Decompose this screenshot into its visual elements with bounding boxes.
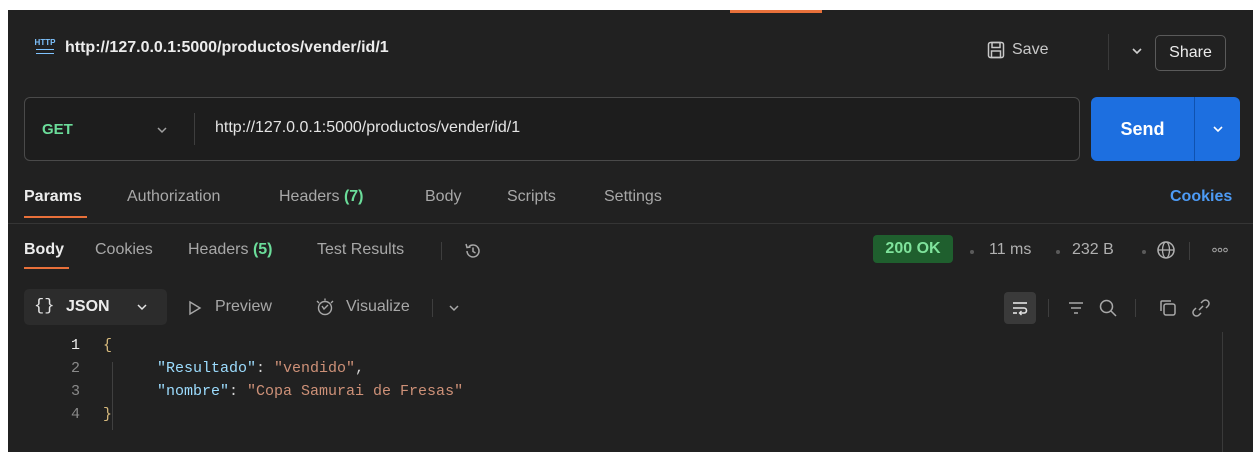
link-icon[interactable] bbox=[1191, 298, 1211, 318]
meta-divider bbox=[1189, 242, 1190, 260]
method-divider bbox=[194, 113, 195, 145]
code-text: } bbox=[103, 406, 113, 423]
tab-scripts[interactable]: Scripts bbox=[507, 188, 556, 206]
response-size[interactable]: 232 B bbox=[1072, 241, 1114, 259]
status-badge[interactable]: 200 OK bbox=[873, 235, 953, 263]
visualize-icon bbox=[316, 298, 334, 316]
toolbar-divider bbox=[432, 299, 433, 317]
active-tab-underline bbox=[24, 267, 69, 269]
code-line: 3 "nombre": "Copa Samurai de Fresas" bbox=[8, 383, 1208, 405]
line-number: 2 bbox=[70, 360, 80, 377]
line-number: 4 bbox=[70, 406, 80, 423]
section-divider bbox=[8, 223, 1253, 224]
active-tab-indicator bbox=[730, 10, 822, 13]
tab-authorization[interactable]: Authorization bbox=[127, 188, 220, 206]
tab-headers[interactable]: Headers (7) bbox=[279, 188, 364, 206]
response-headers-count: (5) bbox=[252, 241, 273, 258]
chevron-down-icon[interactable] bbox=[448, 302, 460, 314]
save-button[interactable]: Save bbox=[983, 34, 1109, 70]
send-button[interactable]: Send bbox=[1091, 97, 1194, 161]
cookies-link[interactable]: Cookies bbox=[1170, 188, 1232, 206]
code-text: { bbox=[103, 337, 113, 354]
save-divider bbox=[1108, 34, 1109, 70]
response-tab-headers[interactable]: Headers (5) bbox=[188, 241, 273, 259]
chevron-down-icon bbox=[1213, 126, 1223, 133]
save-label: Save bbox=[1012, 41, 1049, 58]
json-braces-icon: {} bbox=[34, 297, 55, 316]
code-line: 2 "Resultado": "vendido", bbox=[8, 360, 1208, 382]
response-tab-test-results[interactable]: Test Results bbox=[317, 241, 404, 259]
request-title[interactable]: http://127.0.0.1:5000/productos/vender/i… bbox=[65, 39, 389, 57]
separator-dot bbox=[1056, 250, 1060, 254]
http-badge-text: HTTP bbox=[34, 38, 56, 47]
chevron-down-icon[interactable] bbox=[1130, 44, 1144, 58]
code-text: "Resultado": "vendido", bbox=[157, 360, 365, 377]
method-select[interactable]: GET bbox=[42, 121, 73, 138]
preview-button[interactable]: Preview bbox=[215, 298, 272, 316]
response-tab-body[interactable]: Body bbox=[24, 241, 64, 259]
send-options-button[interactable] bbox=[1195, 97, 1240, 161]
toolbar-divider bbox=[1135, 299, 1136, 317]
tab-params[interactable]: Params bbox=[24, 188, 82, 206]
history-icon[interactable] bbox=[463, 241, 483, 261]
more-icon[interactable] bbox=[1212, 246, 1228, 254]
http-icon: HTTP bbox=[33, 38, 57, 60]
chevron-down-icon bbox=[137, 304, 147, 311]
headers-count: (7) bbox=[343, 188, 364, 205]
tab-settings[interactable]: Settings bbox=[604, 188, 662, 206]
play-icon bbox=[189, 300, 202, 316]
visualize-button[interactable]: Visualize bbox=[346, 298, 410, 316]
code-text: "nombre": "Copa Samurai de Fresas" bbox=[157, 383, 464, 400]
search-icon[interactable] bbox=[1098, 298, 1118, 318]
share-button[interactable]: Share bbox=[1155, 35, 1226, 71]
separator-dot bbox=[1142, 250, 1146, 254]
format-label: JSON bbox=[66, 298, 110, 315]
wrap-icon bbox=[1013, 302, 1028, 316]
format-select[interactable]: {} JSON bbox=[24, 289, 167, 325]
url-input[interactable] bbox=[215, 119, 1035, 137]
code-line: 4 } bbox=[8, 406, 1208, 428]
wrap-lines-button[interactable] bbox=[1004, 292, 1036, 324]
separator-dot bbox=[970, 250, 974, 254]
line-number: 1 bbox=[70, 337, 80, 354]
code-line: 1 { bbox=[8, 337, 1208, 359]
tab-body[interactable]: Body bbox=[425, 188, 461, 206]
copy-icon[interactable] bbox=[1158, 298, 1178, 318]
postman-window: HTTP http://127.0.0.1:5000/productos/ven… bbox=[8, 10, 1253, 452]
chevron-down-icon[interactable] bbox=[155, 123, 169, 137]
scrollbar-track[interactable] bbox=[1222, 332, 1223, 452]
tab-divider bbox=[441, 242, 442, 260]
response-time[interactable]: 11 ms bbox=[989, 241, 1031, 259]
line-number: 3 bbox=[70, 383, 80, 400]
response-tab-cookies[interactable]: Cookies bbox=[95, 241, 153, 259]
save-icon bbox=[987, 41, 1005, 59]
globe-icon[interactable] bbox=[1156, 240, 1176, 260]
filter-icon[interactable] bbox=[1066, 298, 1086, 318]
active-tab-underline bbox=[24, 216, 87, 218]
toolbar-divider bbox=[1048, 299, 1049, 317]
